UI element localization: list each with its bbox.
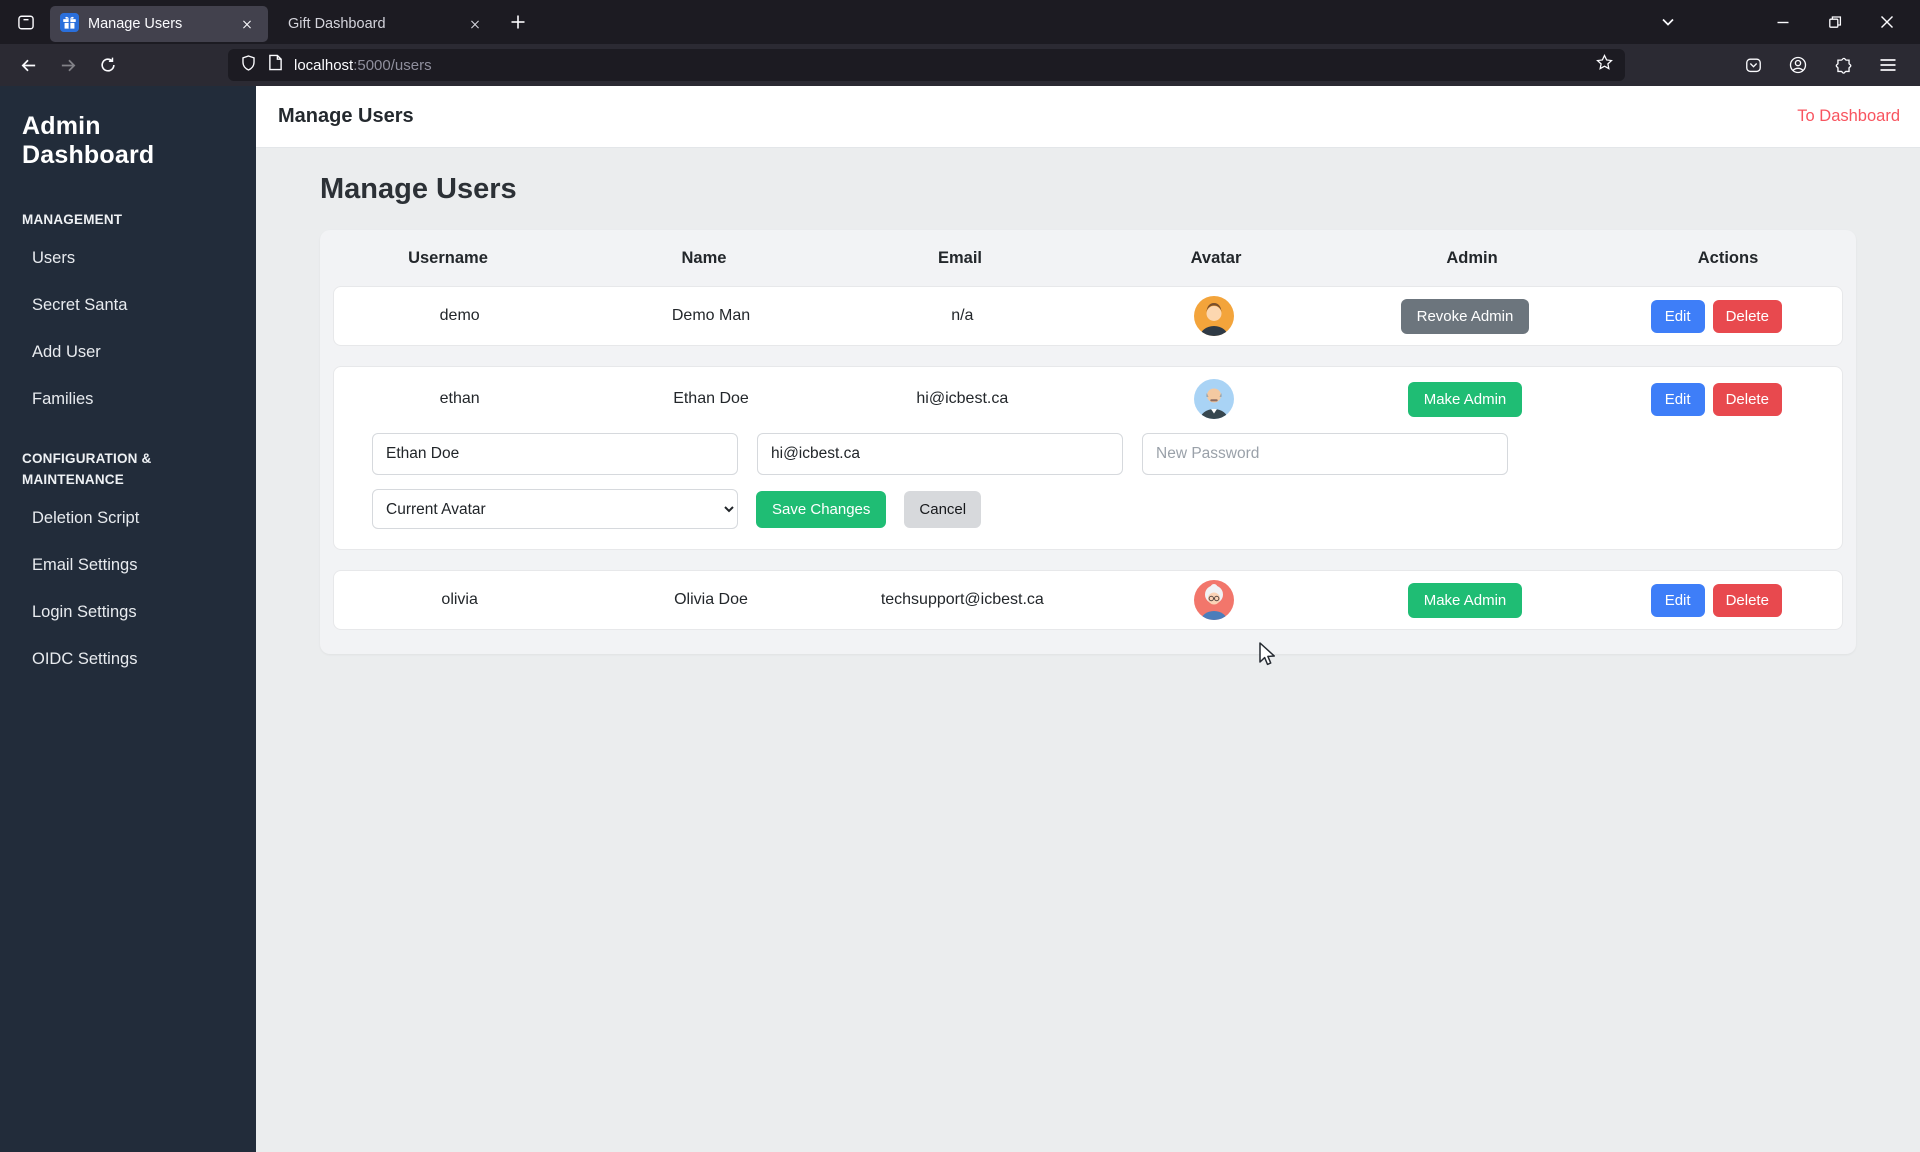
sidebar-item-email-settings[interactable]: Email Settings <box>0 546 256 585</box>
browser-tab-bar: Manage Users Gift Dashboard <box>0 0 1920 44</box>
bookmark-star-icon[interactable] <box>1596 54 1613 76</box>
sidebar-item-add-user[interactable]: Add User <box>0 333 256 372</box>
save-changes-button[interactable]: Save Changes <box>756 490 887 528</box>
sidebar-item-users[interactable]: Users <box>0 239 256 278</box>
menu-hamburger-icon[interactable] <box>1872 49 1904 81</box>
app-title: Admin Dashboard <box>22 112 155 169</box>
browser-toolbar: localhost:5000/users <box>0 44 1920 86</box>
cancel-button[interactable]: Cancel <box>904 490 982 528</box>
main-content: Manage Users Username Name Email Avatar … <box>256 149 1920 1152</box>
avatar <box>1193 379 1234 419</box>
page-info-icon[interactable] <box>268 54 283 76</box>
to-dashboard-link[interactable]: To Dashboard <box>1797 107 1900 126</box>
sidebar-item-families[interactable]: Families <box>0 380 256 419</box>
tab-gift-dashboard[interactable]: Gift Dashboard <box>278 6 496 42</box>
back-icon[interactable] <box>12 49 44 81</box>
firefox-view-icon[interactable] <box>10 6 42 38</box>
cell-email: n/a <box>951 307 974 324</box>
window-minimize-icon[interactable] <box>1764 5 1802 39</box>
cell-username: ethan <box>439 390 480 407</box>
section-label: CONFIGURATION & MAINTENANCE <box>22 450 152 487</box>
avatar <box>1193 580 1234 620</box>
list-all-tabs-icon[interactable] <box>1652 6 1684 38</box>
window-restore-icon[interactable] <box>1816 5 1854 39</box>
tab-manage-users[interactable]: Manage Users <box>50 6 268 42</box>
edit-user-form <box>334 431 1842 489</box>
page-header-title: Manage Users <box>278 105 414 127</box>
tracking-protection-shield-icon[interactable] <box>240 54 257 77</box>
cell-name: Ethan Doe <box>673 390 749 407</box>
table-header-row: Username Name Email Avatar Admin Actions <box>320 230 1856 286</box>
edit-user-form-actions: Current Avatar Save Changes Cancel <box>334 489 1842 549</box>
tab-title: Manage Users <box>88 16 183 32</box>
url-text: localhost:5000/users <box>294 56 432 74</box>
delete-button[interactable]: Delete <box>1712 299 1782 333</box>
column-header-avatar: Avatar <box>1190 248 1242 267</box>
delete-button[interactable]: Delete <box>1712 583 1782 617</box>
window-close-icon[interactable] <box>1868 5 1906 39</box>
delete-button[interactable]: Delete <box>1712 382 1782 416</box>
cell-username: demo <box>439 307 480 324</box>
sidebar-section-configuration: CONFIGURATION & MAINTENANCE Deletion Scr… <box>0 449 256 679</box>
cell-username: olivia <box>441 591 478 608</box>
column-header-email: Email <box>937 248 983 267</box>
new-tab-icon[interactable] <box>502 6 534 38</box>
edit-button[interactable]: Edit <box>1650 299 1705 333</box>
column-header-username: Username <box>408 248 488 267</box>
tab-close-icon[interactable] <box>236 13 258 35</box>
extensions-icon[interactable] <box>1827 49 1859 81</box>
cell-name: Olivia Doe <box>674 591 748 608</box>
new-password-input[interactable] <box>1142 433 1508 475</box>
users-table: Username Name Email Avatar Admin Actions… <box>320 230 1856 654</box>
make-admin-button[interactable]: Make Admin <box>1407 381 1523 417</box>
cell-email: techsupport@icbest.ca <box>880 591 1044 608</box>
avatar <box>1193 296 1234 336</box>
tab-close-icon[interactable] <box>464 13 486 35</box>
column-header-name: Name <box>681 248 727 267</box>
gift-favicon-icon <box>60 12 79 36</box>
sidebar-item-deletion-script[interactable]: Deletion Script <box>0 499 256 538</box>
sidebar: Admin Dashboard MANAGEMENT Users Secret … <box>0 86 256 1152</box>
forward-icon[interactable] <box>52 49 84 81</box>
sidebar-item-login-settings[interactable]: Login Settings <box>0 593 256 632</box>
edit-name-input[interactable] <box>372 433 738 475</box>
column-header-admin: Admin <box>1446 248 1498 267</box>
avatar-select[interactable]: Current Avatar <box>372 489 738 529</box>
sidebar-section-management: MANAGEMENT Users Secret Santa Add User F… <box>0 210 256 419</box>
table-row: demo Demo Man n/a Revoke Admin Edit Dele… <box>333 286 1843 346</box>
sidebar-item-oidc-settings[interactable]: OIDC Settings <box>0 640 256 679</box>
revoke-admin-button[interactable]: Revoke Admin <box>1400 298 1530 334</box>
page-title: Manage Users <box>320 173 517 205</box>
account-icon[interactable] <box>1782 49 1814 81</box>
column-header-actions: Actions <box>1697 248 1759 267</box>
edit-button[interactable]: Edit <box>1650 583 1705 617</box>
url-bar[interactable]: localhost:5000/users <box>228 49 1625 81</box>
reload-icon[interactable] <box>92 49 124 81</box>
cell-name: Demo Man <box>671 307 751 324</box>
sidebar-item-secret-santa[interactable]: Secret Santa <box>0 286 256 325</box>
section-label: MANAGEMENT <box>22 212 123 227</box>
edit-button[interactable]: Edit <box>1650 382 1705 416</box>
cell-email: hi@icbest.ca <box>916 390 1009 407</box>
make-admin-button[interactable]: Make Admin <box>1407 582 1523 618</box>
table-row: olivia Olivia Doe techsupport@icbest.ca <box>333 570 1843 630</box>
tab-title: Gift Dashboard <box>288 16 386 32</box>
table-row: ethan Ethan Doe hi@icbest.ca Make Admin … <box>333 366 1843 550</box>
page-header: Manage Users To Dashboard <box>256 86 1920 148</box>
edit-email-input[interactable] <box>757 433 1123 475</box>
pocket-icon[interactable] <box>1737 49 1769 81</box>
